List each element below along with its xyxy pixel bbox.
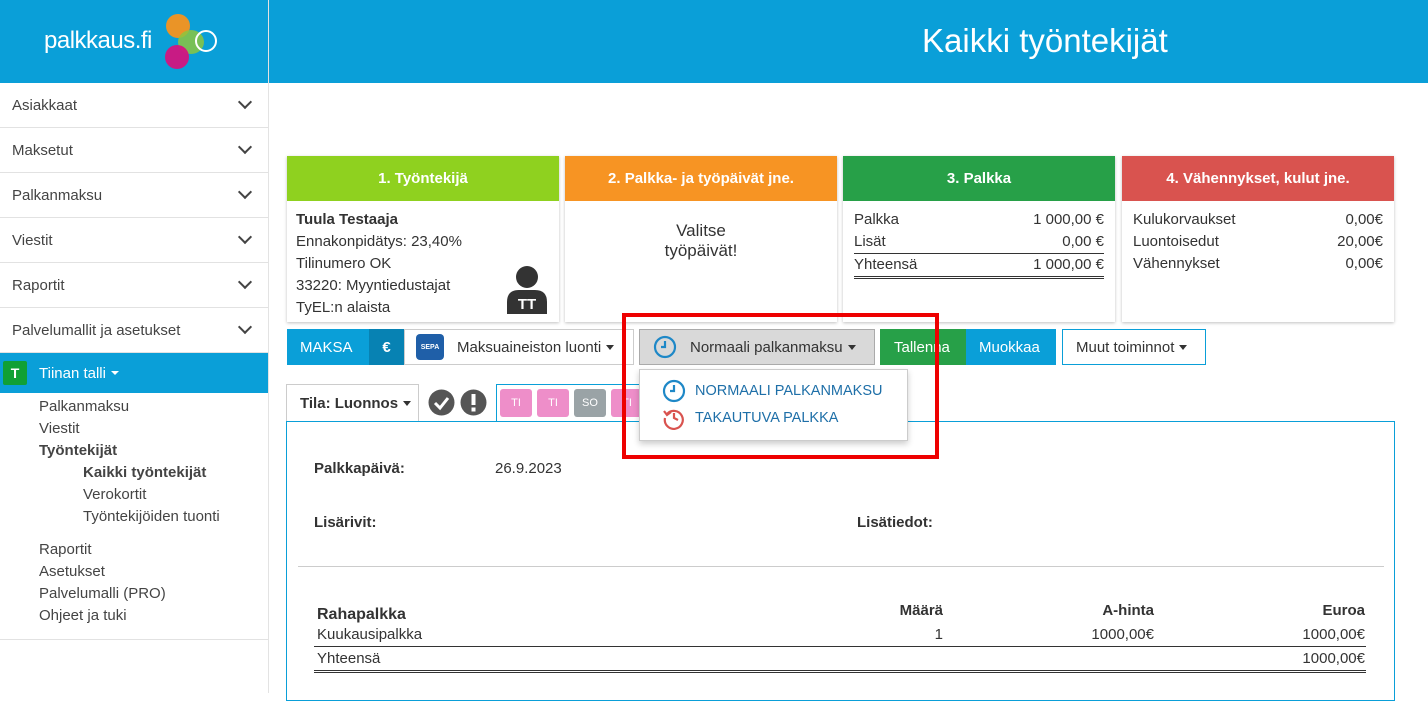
check-circle-icon[interactable] (428, 389, 455, 416)
salary-row: Palkka 1 000,00 € (854, 211, 1104, 228)
header-bar: Kaikki työntekijät (269, 0, 1428, 83)
card-salary[interactable]: 3. Palkka Palkka 1 000,00 € Lisät 0,00 € Y… (843, 156, 1115, 322)
logo-icon (160, 12, 222, 72)
sidebar-item-palvelumallit[interactable]: Palvelumallit ja asetukset (0, 308, 268, 353)
caret-down-icon (1179, 344, 1188, 350)
muut-toiminnot-label: Muut toiminnot (1076, 338, 1175, 356)
submenu-palvelumalli[interactable]: Palvelumalli (PRO) (0, 583, 268, 605)
row-name: Kuukausipalkka (317, 626, 423, 643)
rahapalkka-title: Rahapalkka (317, 606, 406, 623)
payroll-detail-panel: Palkkapäivä: 26.9.2023 Lisärivit: Lisäti… (286, 421, 1395, 701)
sidebar-item-label: Maksetut (12, 141, 73, 159)
sidebar-item-label: Palvelumallit ja asetukset (12, 321, 181, 339)
day-pill[interactable]: TI (537, 389, 569, 417)
logo-bar: palkkaus.fi (0, 0, 268, 83)
maara-header: Määrä (899, 602, 943, 619)
card-employee-header: 1. Työntekijä (287, 156, 559, 201)
day-pill[interactable]: SO (574, 389, 606, 417)
submenu-tyontekijoiden-tuonti[interactable]: Työntekijöiden tuonti (0, 506, 268, 528)
chevron-down-icon (237, 319, 253, 335)
submenu-kaikki-tyontekijat[interactable]: Kaikki työntekijät (0, 462, 268, 484)
sidebar-item-palkanmaksu[interactable]: Palkanmaksu (0, 173, 268, 218)
palkkapaiva-value[interactable]: 26.9.2023 (495, 460, 562, 477)
tenant-label: Tiinan talli (39, 364, 106, 382)
salary-row: Lisät 0,00 € (854, 231, 1104, 254)
sidebar-item-label: Palkanmaksu (12, 186, 103, 204)
row-ahinta: 1000,00€ (1091, 626, 1154, 643)
tenant-badge: T (3, 361, 27, 385)
tenant-submenu: Palkanmaksu Viestit Työntekijät Kaikki t… (0, 393, 268, 640)
table-rule (314, 646, 1366, 647)
lisatiedot-label: Lisätiedot: (857, 514, 933, 531)
sidebar-item-maksetut[interactable]: Maksetut (0, 128, 268, 173)
sidebar-item-raportit[interactable]: Raportit (0, 263, 268, 308)
workdays-prompt-line1: Valitse (676, 221, 726, 240)
card-workdays-header: 2. Palkka- ja työpäivät jne. (565, 156, 837, 201)
tila-dropdown[interactable]: Tila: Luonnos (286, 384, 419, 422)
caret-down-icon (403, 401, 412, 406)
employee-name: Tuula Testaaja (296, 211, 398, 228)
salary-total-row: Yhteensä 1 000,00 € (854, 254, 1104, 279)
deduction-row: Vähennykset 0,00€ (1133, 255, 1383, 272)
muokkaa-button[interactable]: Muokkaa (966, 329, 1056, 365)
workdays-prompt-line2: työpäivät! (664, 241, 738, 260)
divider (298, 566, 1384, 567)
maksuaineisto-dropdown[interactable]: SEPA Maksuaineiston luonti (404, 329, 634, 365)
sidebar-item-viestit[interactable]: Viestit (0, 218, 268, 263)
chevron-down-icon (237, 139, 253, 155)
sidebar-item-asiakkaat[interactable]: Asiakkaat (0, 83, 268, 128)
row-maara: 1 (934, 626, 943, 643)
logo-text[interactable]: palkkaus.fi (44, 27, 152, 55)
card-deductions-header: 4. Vähennykset, kulut jne. (1122, 156, 1394, 201)
card-employee[interactable]: 1. Työntekijä Tuula Testaaja Ennakonpidä… (287, 156, 559, 322)
avatar-icon: TT (507, 266, 547, 314)
submenu-palkanmaksu[interactable]: Palkanmaksu (0, 396, 268, 418)
employee-tax-rate: Ennakonpidätys: 23,40% (296, 233, 462, 250)
sidebar-item-label: Raportit (12, 276, 65, 294)
maksuaineisto-label: Maksuaineiston luonti (457, 338, 602, 356)
submenu-ohjeet[interactable]: Ohjeet ja tuki (0, 605, 268, 627)
page-title: Kaikki työntekijät (922, 22, 1168, 59)
chevron-down-icon (237, 229, 253, 245)
avatar-initials: TT (518, 296, 536, 313)
sidebar-item-label: Viestit (12, 231, 53, 249)
ahinta-header: A-hinta (1102, 602, 1154, 619)
chevron-down-icon (237, 274, 253, 290)
chevron-down-icon (237, 94, 253, 110)
total-name: Yhteensä (317, 650, 381, 667)
card-deductions[interactable]: 4. Vähennykset, kulut jne. Kulukorvaukse… (1122, 156, 1394, 322)
euroa-header: Euroa (1322, 602, 1365, 619)
highlight-box (622, 313, 939, 459)
submenu-tyontekijat[interactable]: Työntekijät (0, 440, 268, 462)
submenu-raportit[interactable]: Raportit (0, 539, 268, 561)
tenant-selector[interactable]: T Tiinan talli (0, 353, 268, 393)
card-salary-header: 3. Palkka (843, 156, 1115, 201)
sepa-icon: SEPA (416, 334, 444, 360)
submenu-viestit[interactable]: Viestit (0, 418, 268, 440)
total-euroa: 1000,00€ (1302, 650, 1365, 667)
sidebar: palkkaus.fi Asiakkaat Maksetut Palkanmak… (0, 0, 269, 693)
caret-down-icon (606, 344, 615, 350)
euro-button[interactable]: € (369, 329, 404, 365)
table-total-rule (314, 670, 1366, 673)
sidebar-item-label: Asiakkaat (12, 96, 78, 114)
day-pill[interactable]: TI (500, 389, 532, 417)
muut-toiminnot-dropdown[interactable]: Muut toiminnot (1062, 329, 1206, 365)
palkkapaiva-label: Palkkapäivä: (314, 460, 405, 477)
alert-circle-icon[interactable] (460, 389, 487, 416)
tila-label: Tila: Luonnos (300, 395, 399, 412)
maksa-button[interactable]: MAKSA (287, 329, 369, 365)
row-euroa: 1000,00€ (1302, 626, 1365, 643)
chevron-down-icon (237, 184, 253, 200)
card-workdays[interactable]: 2. Palkka- ja työpäivät jne. Valitse työ… (565, 156, 837, 322)
submenu-verokortit[interactable]: Verokortit (0, 484, 268, 506)
deduction-row: Kulukorvaukset 0,00€ (1133, 211, 1383, 228)
deduction-row: Luontoisedut 20,00€ (1133, 233, 1383, 250)
caret-down-icon (110, 371, 119, 375)
submenu-asetukset[interactable]: Asetukset (0, 561, 268, 583)
lisarivit-label: Lisärivit: (314, 514, 377, 531)
